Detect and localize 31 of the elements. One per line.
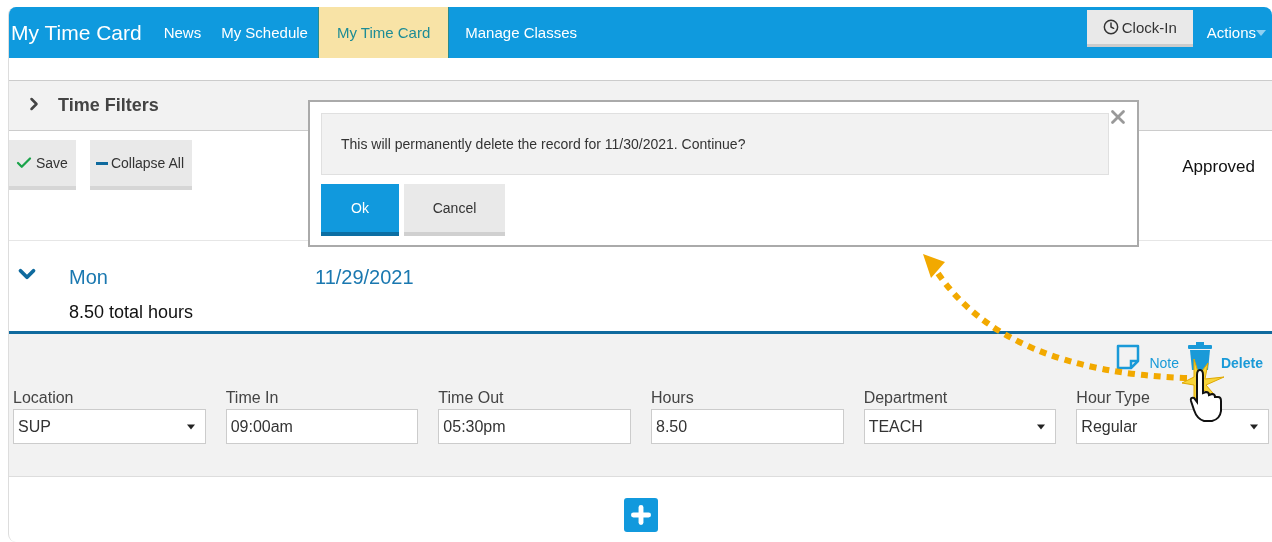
caret-icon	[1037, 423, 1046, 430]
select-field[interactable]: Regular	[1076, 409, 1269, 444]
caret-icon	[1256, 29, 1266, 36]
field-label: Hour Type	[1076, 389, 1151, 407]
note-icon	[1115, 343, 1142, 371]
collapse-button[interactable]: Collapse All	[89, 140, 193, 190]
clock-icon	[1102, 19, 1119, 35]
field-label: Location	[13, 389, 75, 407]
app-title: My Time Card	[11, 20, 142, 45]
select-field[interactable]: TEACH	[863, 409, 1057, 444]
input-field[interactable]: 05:30pm	[438, 409, 631, 444]
caret-icon	[186, 423, 195, 430]
dialog-message: This will permanently delete the record for 11/30/2021. Continue?	[321, 113, 1109, 175]
minus-icon	[95, 161, 108, 165]
weekday: Mon	[69, 265, 109, 289]
field-label: Hours	[651, 389, 695, 407]
input-field[interactable]: 8.50	[651, 409, 844, 444]
field-label: Time In	[225, 389, 280, 407]
select-field[interactable]: SUP	[13, 409, 206, 444]
field-label: Department	[863, 389, 949, 407]
clock-in-button[interactable]: Clock-In	[1086, 10, 1193, 47]
total-hours: 8.50 total hours	[69, 301, 194, 324]
input-field[interactable]: 09:00am	[225, 409, 419, 444]
cancel-button[interactable]: Cancel	[404, 184, 505, 236]
status-text: Approved	[1182, 157, 1255, 177]
caret-icon	[1250, 423, 1258, 430]
add-button[interactable]	[623, 498, 658, 532]
save-button[interactable]: Save	[9, 140, 76, 190]
field-label: Time Out	[438, 389, 505, 407]
section-title: Time Filters	[58, 95, 159, 116]
date: 11/29/2021	[315, 265, 415, 289]
